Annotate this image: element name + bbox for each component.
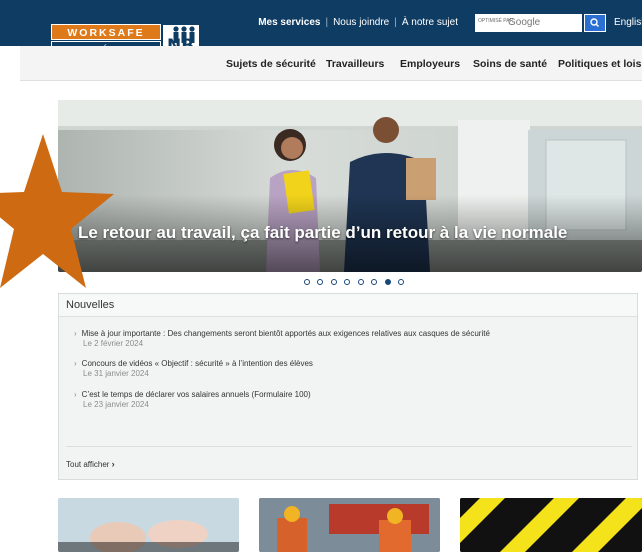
nav-safety-topics[interactable]: Sujets de sécurité xyxy=(226,58,316,70)
carousel-dot[interactable] xyxy=(344,279,351,285)
feature-card-2[interactable] xyxy=(259,498,440,552)
card-photo-firefighters xyxy=(259,498,440,552)
about-link[interactable]: À notre sujet xyxy=(402,17,458,28)
news-heading: Nouvelles xyxy=(66,299,115,311)
star-icon xyxy=(0,134,114,288)
contact-link[interactable]: Nous joindre xyxy=(333,17,389,28)
news-item-date: Le 2 février 2024 xyxy=(83,339,144,348)
news-item-date: Le 31 janvier 2024 xyxy=(83,369,149,378)
news-item-title[interactable]: Mise à jour importante : Des changements… xyxy=(82,329,490,338)
google-label: Google xyxy=(508,17,541,28)
hero-carousel[interactable]: Le retour au travail, ça fait partie d’u… xyxy=(58,100,642,272)
carousel-dot-active[interactable] xyxy=(384,279,391,285)
news-item[interactable]: › Mise à jour importante : Des changement… xyxy=(74,329,490,348)
news-item[interactable]: › C’est le temps de déclarer vos salaires… xyxy=(74,390,311,409)
card-photo-hands xyxy=(58,498,239,552)
news-header: Nouvelles xyxy=(59,294,637,317)
carousel-dot[interactable] xyxy=(357,279,364,285)
divider xyxy=(66,446,632,447)
news-item[interactable]: › Concours de vidéos « Objectif : sécurit… xyxy=(74,359,313,378)
logo-wordmark: WORKSAFE xyxy=(51,24,161,40)
news-item-title[interactable]: Concours de vidéos « Objectif : sécurité… xyxy=(82,359,313,368)
carousel-dot[interactable] xyxy=(330,279,337,285)
carousel-dot[interactable] xyxy=(371,279,378,285)
chevron-right-icon: › xyxy=(74,329,77,338)
search-icon xyxy=(590,18,600,28)
nav-employers[interactable]: Employeurs xyxy=(400,58,460,70)
nav-health-care[interactable]: Soins de santé xyxy=(473,58,547,70)
chevron-right-icon: › xyxy=(111,459,115,469)
carousel-dot[interactable] xyxy=(317,279,324,285)
main-nav: Sujets de sécurité Travailleurs Employeu… xyxy=(20,46,642,81)
chevron-right-icon: › xyxy=(74,390,77,399)
card-photo-hazard-stripes xyxy=(460,498,642,552)
news-panel: Nouvelles › Mise à jour importante : Des … xyxy=(58,293,638,480)
carousel-dot[interactable] xyxy=(304,279,310,285)
view-all-label[interactable]: Tout afficher xyxy=(66,460,109,469)
carousel-dots xyxy=(304,279,407,287)
news-item-date: Le 23 janvier 2024 xyxy=(83,400,149,409)
my-services-link[interactable]: Mes services xyxy=(258,17,320,28)
view-all-link[interactable]: Tout afficher › xyxy=(66,459,115,469)
nav-policies-laws[interactable]: Politiques et lois xyxy=(558,58,641,70)
hero-title[interactable]: Le retour au travail, ça fait partie d’u… xyxy=(78,223,598,243)
news-item-title[interactable]: C’est le temps de déclarer vos salaires … xyxy=(82,390,311,399)
search-input[interactable]: OPTIMISÉ PAR Google xyxy=(475,14,582,32)
search-button[interactable] xyxy=(584,14,606,32)
feature-card-3[interactable] xyxy=(460,498,642,552)
carousel-dot[interactable] xyxy=(398,279,405,285)
utility-links: Mes services | Nous joindre | À notre sujet xyxy=(258,17,458,28)
language-link[interactable]: English xyxy=(614,17,642,28)
hero-photo xyxy=(58,100,642,272)
nav-workers[interactable]: Travailleurs xyxy=(326,58,384,70)
chevron-right-icon: › xyxy=(74,359,77,368)
feature-card-1[interactable] xyxy=(58,498,239,552)
